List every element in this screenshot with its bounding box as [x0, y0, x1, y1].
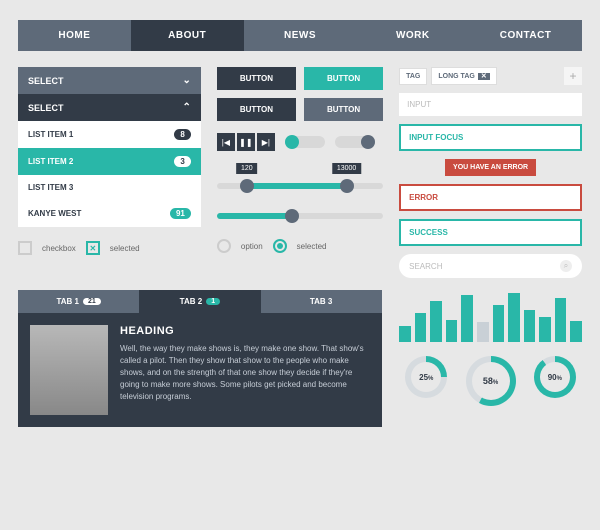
- panel-body-text: Well, the way they make shows is, they m…: [120, 343, 370, 403]
- chevron-up-icon: ⌃: [182, 102, 190, 113]
- donut-chart: 25%: [405, 356, 447, 398]
- checkbox-row: checkbox ✕ selected: [18, 241, 201, 255]
- tabbed-panel: TAB 121 TAB 21 TAB 3 HEADING Well, the w…: [18, 290, 382, 427]
- bar: [493, 305, 505, 342]
- media-controls: |◀ ❚❚ ▶|: [217, 133, 275, 151]
- panel-heading: HEADING: [120, 325, 370, 337]
- range-slider[interactable]: 120 13000: [217, 165, 383, 193]
- nav-contact[interactable]: CONTACT: [469, 20, 582, 51]
- donut-row: 25% 58% 90%: [399, 356, 582, 406]
- radio-unchecked[interactable]: [217, 239, 231, 253]
- nav-home[interactable]: HOME: [18, 20, 131, 51]
- chevron-down-icon: ⌄: [182, 75, 190, 86]
- nav-about[interactable]: ABOUT: [131, 20, 244, 51]
- bar: [524, 310, 536, 342]
- tab-3[interactable]: TAB 3: [261, 290, 382, 313]
- list-badge: 91: [170, 208, 191, 219]
- button-grey[interactable]: BUTTON: [304, 98, 383, 121]
- list-item[interactable]: LIST ITEM 1 8: [18, 121, 201, 148]
- donut-chart: 90%: [534, 356, 576, 398]
- bar: [430, 301, 442, 342]
- text-input[interactable]: INPUT: [399, 93, 582, 116]
- button-dark[interactable]: BUTTON: [217, 67, 296, 90]
- add-tag-button[interactable]: +: [564, 67, 582, 85]
- button-teal[interactable]: BUTTON: [304, 67, 383, 90]
- bar: [399, 326, 411, 342]
- range-handle-high[interactable]: [340, 179, 354, 193]
- error-tooltip: YOU HAVE AN ERROR: [445, 159, 536, 176]
- bar-chart: [399, 290, 582, 342]
- list-item-label: LIST ITEM 2: [28, 157, 73, 166]
- list-item[interactable]: KANYE WEST 91: [18, 200, 201, 227]
- list-badge: 8: [174, 129, 190, 140]
- bar: [415, 313, 427, 342]
- bar: [446, 320, 458, 342]
- tag[interactable]: LONG TAG✕: [431, 67, 496, 85]
- toggle-on[interactable]: [285, 136, 325, 148]
- tab-1[interactable]: TAB 121: [18, 290, 139, 313]
- list-item-label: KANYE WEST: [28, 209, 81, 218]
- select-label: SELECT: [28, 76, 64, 86]
- bar: [555, 298, 567, 342]
- bar: [539, 317, 551, 342]
- tag-remove-icon[interactable]: ✕: [478, 73, 490, 80]
- bar: [570, 321, 582, 342]
- tab-badge: 21: [83, 298, 101, 305]
- bar: [508, 293, 520, 342]
- prev-icon[interactable]: |◀: [217, 133, 235, 151]
- search-placeholder: SEARCH: [409, 262, 442, 271]
- bar: [477, 322, 489, 342]
- list-item-label: LIST ITEM 1: [28, 130, 73, 139]
- button-dark[interactable]: BUTTON: [217, 98, 296, 121]
- tab-badge: 1: [206, 298, 220, 305]
- checkbox-checked[interactable]: ✕: [86, 241, 100, 255]
- toggle-off[interactable]: [335, 136, 375, 148]
- donut-chart: 58%: [466, 356, 516, 406]
- checkbox-label: checkbox: [42, 244, 76, 253]
- progress-slider[interactable]: [217, 207, 383, 225]
- nav-work[interactable]: WORK: [356, 20, 469, 51]
- list-item-label: LIST ITEM 3: [28, 183, 73, 192]
- slider-handle[interactable]: [285, 209, 299, 223]
- tag-row: TAG LONG TAG✕ +: [399, 67, 582, 85]
- text-input-focus[interactable]: INPUT FOCUS: [399, 124, 582, 151]
- select-stack: SELECT ⌄ SELECT ⌃ LIST ITEM 1 8 LIST ITE…: [18, 67, 201, 227]
- bar: [461, 295, 473, 342]
- range-handle-low[interactable]: [240, 179, 254, 193]
- search-icon[interactable]: ⌕: [560, 260, 572, 272]
- avatar-image: [30, 325, 108, 415]
- list-item[interactable]: LIST ITEM 3: [18, 175, 201, 200]
- select-closed[interactable]: SELECT ⌄: [18, 67, 201, 94]
- next-icon[interactable]: ▶|: [257, 133, 275, 151]
- text-input-error[interactable]: ERROR: [399, 184, 582, 211]
- radio-label: option: [241, 242, 263, 251]
- text-input-success[interactable]: SUCCESS: [399, 219, 582, 246]
- nav-news[interactable]: NEWS: [244, 20, 357, 51]
- list-badge: 3: [174, 156, 190, 167]
- top-nav: HOME ABOUT NEWS WORK CONTACT: [18, 20, 582, 51]
- select-label: SELECT: [28, 103, 64, 113]
- checkbox-label: selected: [110, 244, 140, 253]
- radio-checked[interactable]: [273, 239, 287, 253]
- checkbox-unchecked[interactable]: [18, 241, 32, 255]
- tab-2[interactable]: TAB 21: [139, 290, 260, 313]
- list-item[interactable]: LIST ITEM 2 3: [18, 148, 201, 175]
- range-high-tip: 13000: [332, 163, 361, 174]
- range-low-tip: 120: [236, 163, 258, 174]
- tag[interactable]: TAG: [399, 68, 427, 85]
- search-input[interactable]: SEARCH ⌕: [399, 254, 582, 278]
- select-open[interactable]: SELECT ⌃: [18, 94, 201, 121]
- radio-row: option selected: [217, 239, 383, 253]
- radio-label: selected: [297, 242, 327, 251]
- pause-icon[interactable]: ❚❚: [237, 133, 255, 151]
